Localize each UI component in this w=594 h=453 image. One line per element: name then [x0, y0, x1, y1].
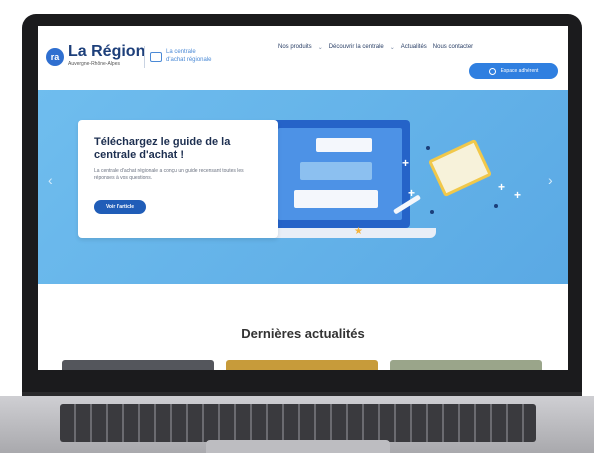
trackpad — [206, 440, 390, 453]
main-nav: Nos produits ⌄ Découvrir la centrale ⌄ A… — [278, 44, 473, 51]
logo-separator — [144, 46, 145, 68]
nav-item-contact[interactable]: Nous contacter — [433, 44, 473, 51]
sparkle-dot-icon — [426, 146, 430, 150]
plus-sparkle-icon: + — [498, 180, 506, 194]
central-label-line2: d'achat régionale — [166, 57, 212, 63]
plus-sparkle-icon: + — [408, 186, 416, 200]
nav-item-news[interactable]: Actualités — [401, 44, 427, 51]
account-button[interactable]: Espace adhérent — [469, 63, 558, 79]
hero-banner: ‹ › ★ + + + + Téléchargez le guide de la… — [38, 90, 568, 284]
chevron-down-icon: ⌄ — [317, 45, 323, 51]
account-button-label: Espace adhérent — [500, 68, 539, 74]
user-icon — [488, 67, 496, 75]
brand-name[interactable]: La Région — [68, 43, 145, 61]
news-section-title: Dernières actualités — [241, 326, 365, 341]
hero-title: Téléchargez le guide de la centrale d'ac… — [94, 136, 231, 161]
illustration-laptop-base — [252, 228, 436, 238]
hero-card: Téléchargez le guide de la centrale d'ac… — [78, 120, 278, 238]
star-icon: ★ — [354, 226, 363, 237]
nav-item-discover[interactable]: Découvrir la centrale — [329, 44, 384, 51]
region-logo-icon[interactable]: ra — [46, 48, 64, 66]
carousel-next-arrow-icon[interactable]: › — [548, 172, 553, 188]
news-card-thumbnail[interactable] — [226, 360, 378, 370]
sparkle-dot-icon — [494, 204, 498, 208]
illustration-block — [300, 162, 372, 180]
sparkle-dot-icon — [430, 210, 434, 214]
chevron-down-icon: ⌄ — [389, 45, 395, 51]
carousel-prev-arrow-icon[interactable]: ‹ — [48, 172, 53, 188]
nav-item-products[interactable]: Nos produits — [278, 44, 312, 51]
keyboard-keys — [60, 404, 536, 442]
news-card-thumbnail[interactable] — [62, 360, 214, 370]
hero-description: La centrale d'achat régionale a conçu un… — [94, 168, 244, 181]
central-label-line1: La centrale — [166, 49, 196, 55]
see-article-button[interactable]: Voir l'article — [94, 200, 146, 214]
news-card-thumbnail[interactable] — [390, 360, 542, 370]
illustration-block — [294, 190, 378, 208]
brand-subtitle: Auvergne-Rhône-Alpes — [68, 61, 120, 67]
plus-sparkle-icon: + — [514, 188, 522, 202]
browser-screen: ra La Région Auvergne-Rhône-Alpes La cen… — [38, 26, 568, 370]
plus-sparkle-icon: + — [402, 156, 410, 170]
central-cart-icon — [150, 52, 162, 62]
illustration-block — [316, 138, 372, 152]
site-header: ra La Région Auvergne-Rhône-Alpes La cen… — [38, 26, 568, 90]
